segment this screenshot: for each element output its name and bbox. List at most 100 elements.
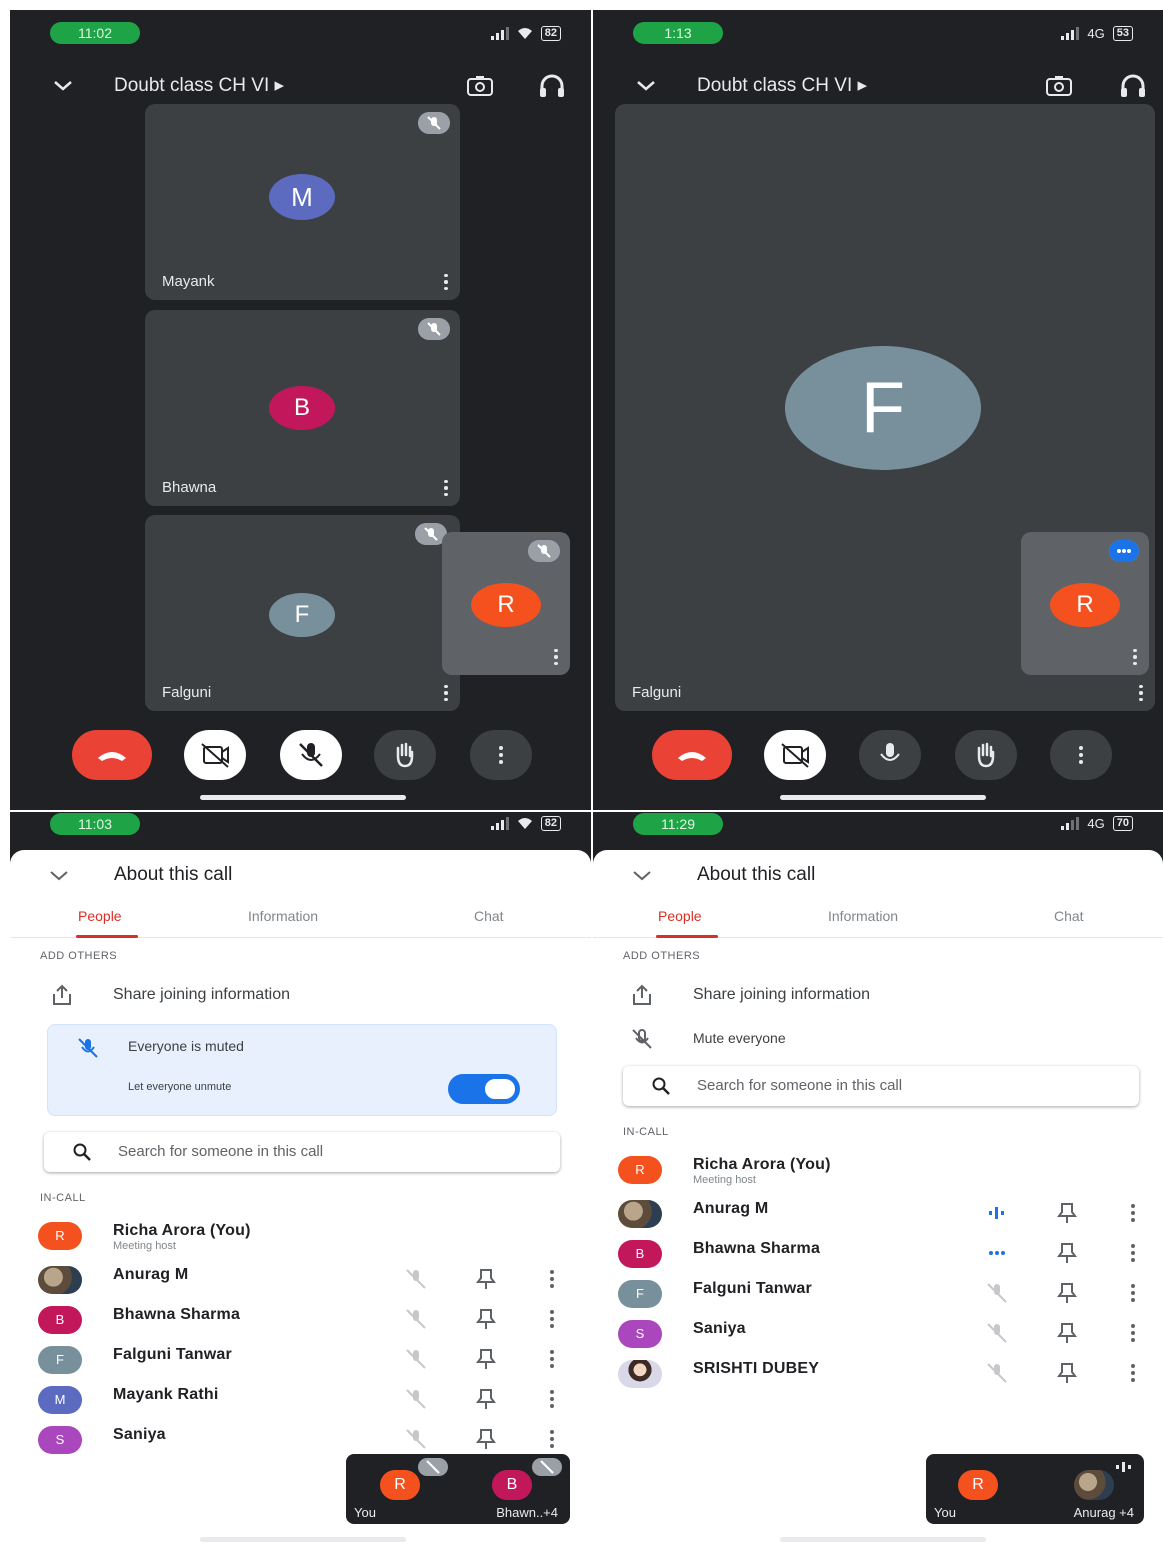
tab-bar: People Information Chat — [10, 900, 591, 938]
list-item[interactable]: Anurag M — [593, 1196, 1163, 1234]
more-options-icon[interactable] — [1131, 1284, 1135, 1302]
avatar: R — [618, 1156, 662, 1184]
pin-icon[interactable] — [1057, 1202, 1077, 1224]
hang-up-icon — [98, 752, 126, 761]
mic-off-icon — [406, 1349, 426, 1369]
mute-everyone[interactable]: Mute everyone — [693, 1030, 786, 1046]
pin-icon[interactable] — [1057, 1322, 1077, 1344]
pin-icon[interactable] — [476, 1388, 496, 1410]
end-call-button[interactable] — [652, 730, 732, 780]
section-add-others: ADD OTHERS — [40, 950, 118, 962]
list-item[interactable]: SRISHTI DUBEY — [593, 1356, 1163, 1394]
end-call-button[interactable] — [72, 730, 152, 780]
tab-people[interactable]: People — [658, 908, 702, 924]
tab-people[interactable]: People — [78, 908, 122, 924]
active-tab-indicator — [656, 935, 718, 938]
chevron-down-icon[interactable] — [635, 76, 657, 94]
self-view-tile[interactable]: R — [442, 532, 570, 675]
participant-tile-bhawna[interactable]: B Bhawna — [145, 310, 460, 506]
hang-up-icon — [678, 752, 706, 761]
list-item[interactable]: Anurag M — [10, 1262, 591, 1300]
more-options-icon[interactable] — [550, 1390, 554, 1408]
pin-icon[interactable] — [476, 1428, 496, 1450]
more-options-icon[interactable] — [444, 274, 448, 290]
more-options-icon[interactable] — [444, 480, 448, 496]
list-item[interactable]: F Falguni Tanwar — [593, 1276, 1163, 1314]
more-options-icon[interactable] — [550, 1270, 554, 1288]
camera-toggle-button[interactable] — [184, 730, 246, 780]
person-name: Anurag M — [113, 1266, 189, 1283]
mic-toggle-button[interactable] — [280, 730, 342, 780]
wifi-icon — [517, 818, 532, 829]
tab-chat[interactable]: Chat — [1054, 908, 1084, 924]
avatar: F — [785, 346, 981, 470]
more-options-icon[interactable] — [1139, 685, 1143, 701]
raise-hand-button[interactable] — [955, 730, 1017, 780]
more-options-icon[interactable] — [1133, 649, 1137, 665]
more-options-button[interactable] — [1050, 730, 1112, 780]
participant-tile-falguni[interactable]: F Falguni — [145, 515, 460, 711]
share-icon[interactable] — [630, 984, 654, 1006]
more-options-icon[interactable] — [1131, 1324, 1135, 1342]
tab-information[interactable]: Information — [828, 908, 898, 924]
search-input[interactable]: Search for someone in this call — [623, 1066, 1139, 1106]
about-call-sheet: About this call People Information Chat … — [10, 850, 591, 1546]
more-options-icon[interactable] — [550, 1430, 554, 1448]
participant-name: Bhawna — [162, 479, 217, 496]
mic-off-icon[interactable] — [630, 1028, 654, 1050]
more-options-icon[interactable] — [1131, 1204, 1135, 1222]
pin-icon[interactable] — [476, 1268, 496, 1290]
participant-tile-mayank[interactable]: M Mayank — [145, 104, 460, 300]
share-icon[interactable] — [50, 984, 74, 1006]
avatar: R — [471, 583, 541, 627]
mic-off-icon — [532, 1458, 562, 1476]
pin-icon[interactable] — [1057, 1362, 1077, 1384]
pin-icon[interactable] — [476, 1308, 496, 1330]
list-item[interactable]: S Saniya — [593, 1316, 1163, 1354]
list-item[interactable]: R Richa Arora (You) Meeting host — [593, 1152, 1163, 1190]
more-options-icon[interactable] — [550, 1350, 554, 1368]
more-options-icon[interactable] — [1131, 1364, 1135, 1382]
mini-call-tray[interactable]: R You Anurag +4 — [926, 1454, 1144, 1524]
avatar: B — [492, 1470, 532, 1500]
tab-information[interactable]: Information — [248, 908, 318, 924]
tray-others-label: Anurag +4 — [1073, 1505, 1134, 1520]
pin-icon[interactable] — [476, 1348, 496, 1370]
headphones-icon[interactable] — [1119, 73, 1147, 99]
home-indicator — [200, 795, 406, 800]
avatar — [38, 1266, 82, 1294]
switch-camera-icon[interactable] — [1045, 74, 1073, 98]
more-options-icon[interactable] — [550, 1310, 554, 1328]
list-item[interactable]: B Bhawna Sharma — [10, 1302, 591, 1340]
share-joining-info[interactable]: Share joining information — [693, 986, 870, 1004]
more-options-icon[interactable] — [444, 685, 448, 701]
meeting-title[interactable]: Doubt class CH VI ▸ — [697, 74, 867, 97]
person-name: Bhawna Sharma — [693, 1240, 821, 1257]
more-options-icon[interactable] — [554, 649, 558, 665]
mini-call-tray[interactable]: R B You Bhawn..+4 — [346, 1454, 570, 1524]
switch-camera-icon[interactable] — [466, 74, 494, 98]
person-name: Saniya — [693, 1320, 746, 1337]
tab-chat[interactable]: Chat — [474, 908, 504, 924]
more-options-button[interactable] — [470, 730, 532, 780]
camera-toggle-button[interactable] — [764, 730, 826, 780]
chevron-down-icon[interactable] — [52, 76, 74, 94]
chevron-down-icon[interactable] — [631, 868, 653, 884]
list-item[interactable]: M Mayank Rathi — [10, 1382, 591, 1420]
list-item[interactable]: R Richa Arora (You) Meeting host — [10, 1218, 591, 1256]
pin-icon[interactable] — [1057, 1242, 1077, 1264]
raise-hand-button[interactable] — [374, 730, 436, 780]
search-input[interactable]: Search for someone in this call — [44, 1132, 560, 1172]
headphones-icon[interactable] — [538, 73, 566, 99]
more-options-icon[interactable] — [1131, 1244, 1135, 1262]
chevron-down-icon[interactable] — [48, 868, 70, 884]
speaking-icon — [1116, 1462, 1131, 1472]
list-item[interactable]: B Bhawna Sharma — [593, 1236, 1163, 1274]
let-everyone-unmute-toggle[interactable] — [448, 1074, 520, 1104]
self-view-tile[interactable]: R — [1021, 532, 1149, 675]
meeting-title[interactable]: Doubt class CH VI ▸ — [114, 74, 284, 97]
list-item[interactable]: F Falguni Tanwar — [10, 1342, 591, 1380]
mic-toggle-button[interactable] — [859, 730, 921, 780]
pin-icon[interactable] — [1057, 1282, 1077, 1304]
share-joining-info[interactable]: Share joining information — [113, 986, 290, 1004]
